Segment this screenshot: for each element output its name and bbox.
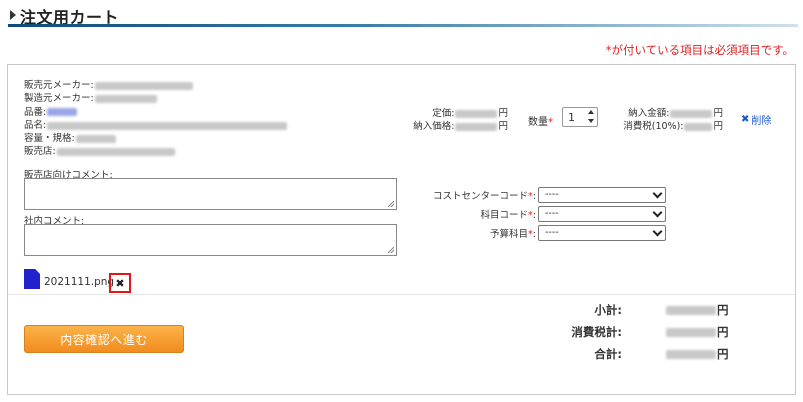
section-divider: [8, 294, 795, 295]
subtotal-unit: 円: [717, 303, 729, 317]
file-icon: [24, 269, 40, 289]
close-icon: ✖: [115, 276, 125, 290]
tax-value-redacted: [684, 122, 713, 131]
required-mark: *: [528, 191, 533, 202]
list-price-unit: 円: [498, 108, 508, 119]
cost-center-select[interactable]: ----: [538, 187, 666, 203]
capacity-row: 容量・規格:: [24, 132, 287, 145]
delete-item-link[interactable]: ✖ 削除: [741, 112, 771, 127]
manufacturer-value-redacted: [94, 94, 157, 103]
delivery-amount-unit: 円: [713, 108, 723, 119]
amount-block: 納入金額: 円 消費税(10%): 円: [613, 107, 723, 133]
store-value-redacted: [56, 148, 175, 157]
tax-total-label: 消費税計:: [571, 325, 622, 339]
required-mark: *: [548, 117, 553, 128]
capacity-value-redacted: [75, 134, 116, 143]
required-mark: *: [528, 229, 533, 240]
purchase-price-unit: 円: [498, 121, 508, 132]
part-no-value-redacted[interactable]: [47, 108, 78, 117]
capacity-label: 容量・規格:: [24, 133, 75, 145]
delete-x-icon: ✖: [741, 114, 750, 125]
account-code-value: ----: [545, 208, 559, 219]
stepper-down-icon[interactable]: [588, 119, 594, 123]
name-label: 品名:: [24, 119, 47, 131]
grand-total-label: 合計:: [594, 347, 622, 361]
seller-maker-row: 販売元メーカー:: [24, 79, 287, 92]
resize-grip-icon[interactable]: [388, 247, 394, 253]
tax-total-row: 消費税計: 円: [548, 324, 748, 346]
subtotal-row: 小計: 円: [548, 302, 748, 324]
title-arrow-icon: [10, 10, 16, 20]
purchase-price-label: 納入価格:: [413, 121, 455, 132]
grand-total-unit: 円: [717, 347, 729, 361]
purchase-price-value-redacted: [455, 122, 498, 131]
unit-price-block: 定価: 円 納入価格: 円: [413, 107, 508, 133]
list-price-value-redacted: [455, 109, 498, 118]
cart-item-panel: 販売元メーカー: 製造元メーカー: 品番: 品名: 容量・規格: 販売店: 定価…: [7, 64, 796, 395]
account-code-label: 科目コード*:: [480, 210, 536, 221]
list-price-label: 定価:: [432, 108, 455, 119]
delivery-amount-value-redacted: [670, 109, 713, 118]
cost-center-label-text: コストセンターコード: [433, 191, 529, 202]
internal-comment-textarea[interactable]: [24, 224, 397, 256]
cost-center-label: コストセンターコード*:: [433, 191, 536, 202]
required-mark: *: [528, 210, 533, 221]
budget-item-label: 予算科目*:: [490, 229, 536, 240]
store-label: 販売店:: [24, 146, 56, 158]
page-header: 注文用カート: [8, 4, 798, 27]
delete-attachment-button[interactable]: ✖: [109, 273, 131, 293]
grand-total-value-redacted: [666, 349, 716, 359]
purchase-price-row: 納入価格: 円: [413, 120, 508, 133]
manufacturer-label: 製造元メーカー:: [24, 93, 94, 105]
delivery-amount-label: 納入金額:: [628, 108, 670, 119]
tax-total-amount: 円: [665, 324, 729, 340]
grand-total-amount: 円: [665, 346, 729, 362]
tax-total-unit: 円: [717, 325, 729, 339]
tax-row: 消費税(10%): 円: [613, 120, 723, 133]
store-comment-textarea[interactable]: [24, 178, 397, 210]
title-underline: [8, 24, 798, 27]
tax-unit: 円: [713, 121, 723, 132]
quantity-value: 1: [568, 111, 575, 124]
account-code-select[interactable]: ----: [538, 206, 666, 222]
subtotal-label: 小計:: [594, 303, 622, 317]
name-row: 品名:: [24, 119, 288, 132]
name-value-redacted: [47, 121, 288, 130]
seller-maker-label: 販売元メーカー:: [24, 80, 94, 91]
stepper-up-icon[interactable]: [588, 110, 594, 114]
required-fields-note: *が付いている項目は必須項目です。: [605, 43, 794, 57]
order-summary: 小計: 円 消費税計: 円 合計: 円: [548, 302, 748, 368]
proceed-to-confirm-button[interactable]: 内容確認へ進む: [24, 325, 184, 353]
quantity-stepper[interactable]: 1: [562, 107, 598, 127]
part-no-label: 品番:: [24, 106, 47, 118]
quantity-label: 数量*: [528, 113, 553, 128]
chevron-down-icon: [652, 226, 663, 237]
grand-total-row: 合計: 円: [548, 346, 748, 368]
chevron-down-icon: [652, 188, 663, 199]
manufacturer-row: 製造元メーカー:: [24, 92, 287, 105]
part-no-row: 品番:: [24, 106, 287, 119]
subtotal-value-redacted: [666, 305, 716, 315]
tax-total-value-redacted: [666, 327, 716, 337]
seller-maker-value-redacted: [94, 81, 193, 90]
quantity-label-text: 数量: [528, 117, 548, 128]
budget-item-select[interactable]: ----: [538, 225, 666, 241]
subtotal-amount: 円: [665, 302, 729, 318]
budget-item-value: ----: [545, 227, 559, 238]
cost-center-value: ----: [545, 189, 559, 200]
list-price-row: 定価: 円: [413, 107, 508, 120]
attachment-file-name[interactable]: 2021111.png: [44, 276, 114, 288]
tax-label: 消費税(10%):: [623, 121, 684, 132]
budget-item-label-text: 予算科目: [490, 229, 529, 240]
delivery-amount-row: 納入金額: 円: [613, 107, 723, 120]
product-info: 販売元メーカー: 製造元メーカー: 品番: 品名: 容量・規格: 販売店:: [24, 79, 288, 159]
chevron-down-icon: [652, 207, 663, 218]
store-row: 販売店:: [24, 145, 287, 158]
account-code-label-text: 科目コード: [480, 210, 529, 221]
delete-label: 削除: [751, 116, 772, 127]
